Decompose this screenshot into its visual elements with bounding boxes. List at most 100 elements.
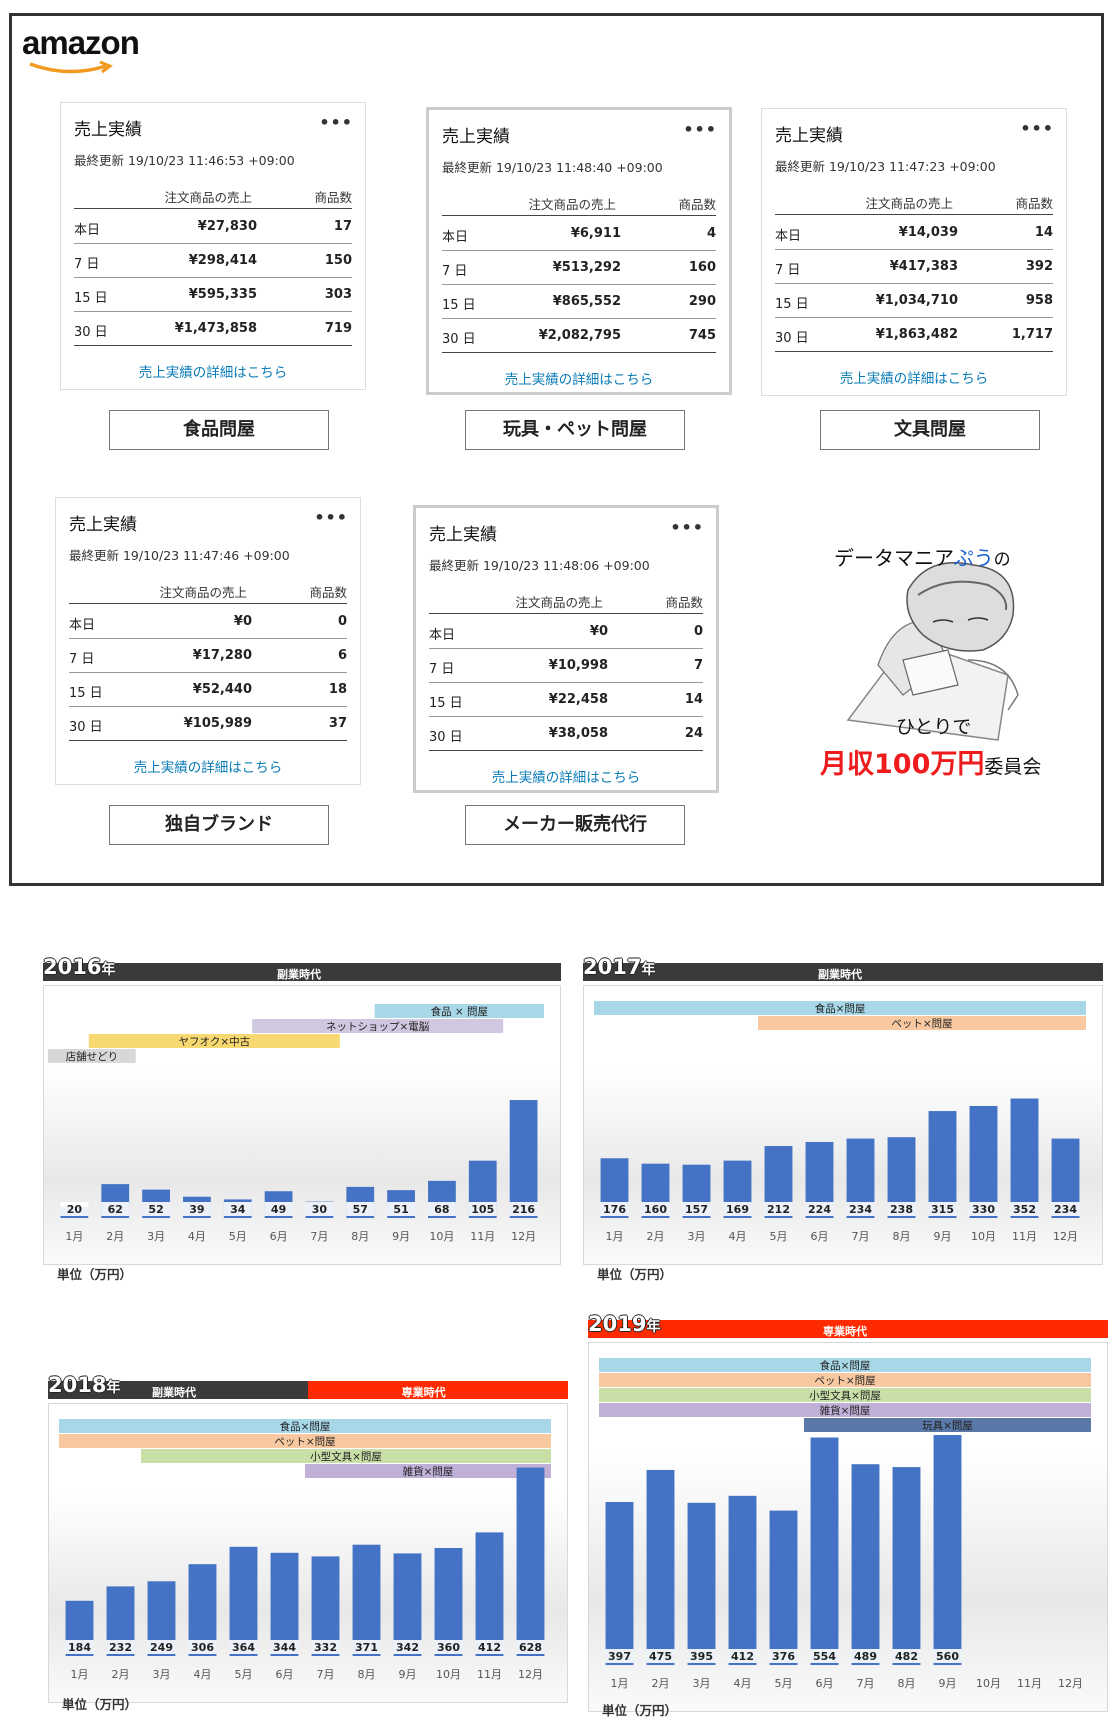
- sales-cell: ¥27,830: [197, 219, 257, 234]
- x-tick-label: 10月: [429, 1230, 454, 1243]
- data-label: 371: [355, 1641, 378, 1654]
- data-label: 224: [808, 1203, 831, 1216]
- x-tick-label: 9月: [939, 1677, 957, 1690]
- data-label: 482: [895, 1650, 918, 1663]
- more-options-icon[interactable]: •••: [683, 120, 717, 139]
- unit-label: 単位（万円）: [62, 1697, 138, 1712]
- data-label: 560: [936, 1650, 959, 1663]
- sales-detail-link[interactable]: 売上実績の詳細はこちら: [416, 766, 716, 786]
- card-title: 売上実績: [442, 127, 510, 147]
- promo-title-b: ぷう: [953, 546, 994, 570]
- last-updated: 最終更新 19/10/23 11:48:40 +09:00: [442, 160, 663, 175]
- x-tick-label: 9月: [392, 1230, 410, 1243]
- table-header: 注文商品の売上 商品数: [429, 590, 703, 614]
- campaign-label: 店舗せどり: [66, 1050, 119, 1063]
- card-title: 売上実績: [429, 525, 497, 545]
- units-cell: 4: [706, 226, 716, 241]
- data-label: 412: [731, 1650, 754, 1663]
- table-row: 15 日 ¥52,440 18: [69, 673, 347, 707]
- units-cell: 160: [688, 260, 716, 275]
- sales-cell: ¥595,335: [188, 287, 257, 302]
- period-cell: 30 日: [442, 332, 476, 347]
- x-tick-label: 12月: [511, 1230, 536, 1243]
- bar: [509, 1100, 538, 1218]
- sales-detail-link[interactable]: 売上実績の詳細はこちら: [61, 361, 365, 381]
- campaign-label: 食品×問屋: [280, 1420, 331, 1433]
- sales-cell: ¥298,414: [188, 253, 257, 268]
- more-options-icon[interactable]: •••: [1020, 119, 1054, 138]
- units-cell: 719: [324, 321, 352, 336]
- units-cell: 17: [333, 219, 352, 234]
- campaign-label: ペット×問屋: [814, 1375, 875, 1387]
- data-label: 249: [150, 1641, 173, 1654]
- sales-cell: ¥417,383: [889, 259, 958, 274]
- more-options-icon[interactable]: •••: [670, 518, 704, 537]
- data-label: 315: [931, 1203, 954, 1216]
- units-cell: 14: [1034, 225, 1053, 240]
- data-label: 105: [471, 1203, 494, 1216]
- period-cell: 30 日: [429, 730, 463, 745]
- sales-cell: ¥6,911: [570, 226, 621, 241]
- chart-plot-area: 食品×問屋 ペット×問屋 小型文具×問屋 雑貨×問屋 184 1月 232 2月 249 3月 30…: [48, 1403, 568, 1703]
- more-options-icon[interactable]: •••: [319, 113, 353, 132]
- col-units-header: 商品数: [1015, 196, 1053, 211]
- units-cell: 745: [688, 328, 716, 343]
- table-row: 30 日 ¥1,473,858 719: [74, 312, 352, 346]
- bar: [933, 1435, 962, 1665]
- table-row: 7 日 ¥10,998 7: [429, 649, 703, 683]
- bar: [687, 1502, 716, 1665]
- x-tick-label: 10月: [971, 1230, 996, 1243]
- col-units-header: 商品数: [678, 197, 716, 212]
- units-cell: 24: [684, 726, 703, 741]
- year-suffix: 年: [101, 962, 116, 978]
- data-label: 332: [314, 1641, 337, 1654]
- bar: [810, 1437, 839, 1665]
- x-tick-label: 3月: [688, 1230, 706, 1243]
- sales-detail-link[interactable]: 売上実績の詳細はこちら: [429, 368, 729, 388]
- table-row: 15 日 ¥595,335 303: [74, 278, 352, 312]
- bar: [605, 1501, 634, 1665]
- col-units-header: 商品数: [309, 585, 347, 600]
- card-title: 売上実績: [775, 126, 843, 146]
- campaign-label: 雑貨×問屋: [820, 1404, 871, 1417]
- chart-plot-area: 食品×問屋 ペット×問屋 176 1月 160 2月 157 3月 169 4月 212 5月 224 6…: [583, 985, 1103, 1265]
- amazon-logo-text: amazon: [22, 24, 140, 61]
- col-sales-header: 注文商品の売上: [528, 197, 616, 212]
- period-cell: 30 日: [775, 331, 809, 346]
- table-row: 7 日 ¥17,280 6: [69, 639, 347, 673]
- year-suffix: 年: [646, 1319, 661, 1335]
- period-cell: 15 日: [429, 696, 463, 711]
- units-cell: 958: [1025, 293, 1053, 308]
- data-label: 157: [685, 1203, 708, 1216]
- sales-detail-link[interactable]: 売上実績の詳細はこちら: [762, 367, 1066, 387]
- bar: [229, 1546, 258, 1656]
- period-cell: 本日: [429, 628, 456, 643]
- table-row: 7 日 ¥417,383 392: [775, 250, 1053, 284]
- x-tick-label: 12月: [1053, 1230, 1078, 1243]
- table-header: 注文商品の売上 商品数: [442, 192, 716, 216]
- period-label: 副業時代: [152, 1386, 196, 1399]
- promo-subtitle: ひとりで: [896, 716, 972, 738]
- period-cell: 15 日: [775, 297, 809, 312]
- units-cell: 290: [688, 294, 716, 309]
- campaign-label: ヤフオク×中古: [179, 1035, 251, 1048]
- period-cell: 15 日: [74, 291, 108, 306]
- period-cell: 7 日: [429, 662, 455, 677]
- bar: [892, 1467, 921, 1665]
- sales-card: 売上実績 ••• 最終更新 19/10/23 11:47:46 +09:00 注…: [55, 497, 361, 785]
- units-cell: 0: [693, 624, 703, 639]
- campaign-label: 食品 × 問屋: [431, 1005, 488, 1018]
- x-tick-label: 12月: [1058, 1677, 1083, 1690]
- data-label: 160: [644, 1203, 667, 1216]
- more-options-icon[interactable]: •••: [314, 508, 348, 527]
- promo-title-c: の: [993, 550, 1011, 570]
- table-row: 15 日 ¥1,034,710 958: [775, 284, 1053, 318]
- bar-chart-svg: 食品×問屋ペット×問屋 176 1月 160 2月 157 3月 169 4月 212 5月 224 6…: [594, 1001, 1086, 1243]
- sales-card: 売上実績 ••• 最終更新 19/10/23 11:48:40 +09:00 注…: [426, 107, 732, 395]
- data-label: 34: [230, 1203, 246, 1216]
- sales-detail-link[interactable]: 売上実績の詳細はこちら: [56, 756, 360, 776]
- bar: [728, 1495, 757, 1665]
- data-label: 344: [273, 1641, 296, 1654]
- unit-label: 単位（万円）: [602, 1703, 678, 1718]
- year-label: 2019年: [588, 1312, 660, 1336]
